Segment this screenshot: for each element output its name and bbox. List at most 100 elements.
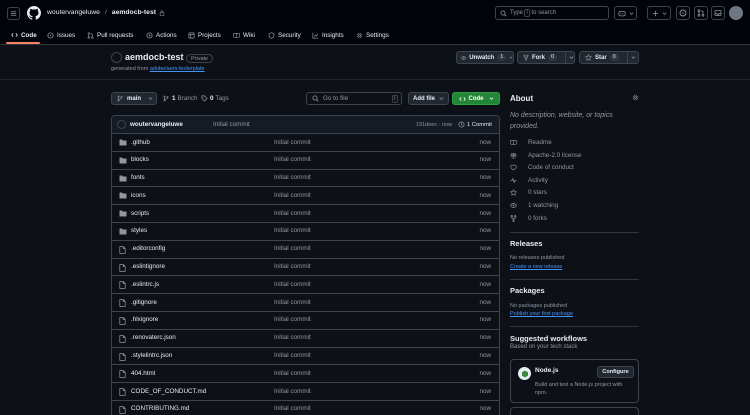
add-file-button[interactable]: Add file: [408, 92, 449, 105]
notifications-button[interactable]: [711, 6, 725, 20]
commit-author[interactable]: woutervangeluwe: [130, 121, 183, 128]
copilot-button[interactable]: [614, 6, 637, 20]
file-commit-message[interactable]: Initial commit: [274, 388, 311, 395]
file-name[interactable]: 404.html: [131, 370, 155, 377]
file-commit-message[interactable]: Initial commit: [274, 299, 311, 306]
file-commit-message[interactable]: Initial commit: [274, 405, 311, 412]
file-row[interactable]: fonts Initial commit now: [112, 170, 499, 188]
file-name[interactable]: .gitignore: [131, 299, 157, 306]
fork-button[interactable]: Fork 0: [517, 51, 575, 64]
file-commit-message[interactable]: Initial commit: [274, 334, 311, 341]
file-row[interactable]: .renovaterc.json Initial commit now: [112, 330, 499, 348]
file-commit-message[interactable]: Initial commit: [274, 263, 311, 270]
file-name[interactable]: .stylelintrc.json: [131, 352, 172, 359]
file-name[interactable]: blocks: [131, 156, 149, 163]
file-name[interactable]: .github: [131, 139, 150, 146]
global-search-input[interactable]: Type / to search: [495, 6, 609, 20]
configure-button[interactable]: Configure: [597, 366, 634, 378]
tab-settings[interactable]: Settings: [356, 30, 389, 40]
repo-owner-link[interactable]: woutervangeluwe: [47, 9, 100, 16]
repo-name-link[interactable]: aemdocb-test: [112, 9, 156, 16]
star-button[interactable]: Star 0: [579, 51, 639, 64]
tags-link[interactable]: 0 Tags: [201, 95, 229, 102]
file-name[interactable]: scripts: [131, 210, 149, 217]
divider: [510, 232, 639, 233]
create-release-link[interactable]: Create a new release: [510, 264, 562, 270]
releases-heading[interactable]: Releases: [510, 239, 543, 248]
file-row[interactable]: CONTRIBUTING.md Initial commit now: [112, 401, 499, 415]
file-name[interactable]: styles: [131, 227, 147, 234]
license-link[interactable]: Apache-2.0 license: [510, 152, 582, 159]
file-commit-message[interactable]: Initial commit: [274, 139, 311, 146]
file-name[interactable]: .eslintrc.js: [131, 281, 159, 288]
readme-link[interactable]: Readme: [510, 139, 552, 146]
file-commit-message[interactable]: Initial commit: [274, 192, 311, 199]
packages-heading[interactable]: Packages: [510, 286, 545, 295]
file-row[interactable]: .eslintignore Initial commit now: [112, 259, 499, 277]
commit-hash-time[interactable]: 191deec · now: [416, 122, 452, 128]
file-row[interactable]: .editorconfig Initial commit now: [112, 241, 499, 259]
tab-pull-requests[interactable]: Pull requests: [87, 30, 133, 40]
owner-avatar[interactable]: [111, 52, 122, 63]
file-commit-message[interactable]: Initial commit: [274, 174, 311, 181]
file-name[interactable]: CODE_OF_CONDUCT.md: [131, 388, 206, 395]
file-commit-message[interactable]: Initial commit: [274, 352, 311, 359]
git-branch-icon: [117, 95, 123, 102]
file-row[interactable]: .eslintrc.js Initial commit now: [112, 276, 499, 295]
create-new-button[interactable]: [647, 6, 671, 20]
file-name[interactable]: CONTRIBUTING.md: [131, 405, 189, 412]
file-row[interactable]: .stylelintrc.json Initial commit now: [112, 348, 499, 366]
pull-requests-button[interactable]: [694, 6, 708, 20]
github-logo[interactable]: [27, 6, 41, 20]
file-name[interactable]: .renovaterc.json: [131, 334, 176, 341]
menu-button[interactable]: [7, 7, 20, 20]
unwatch-button[interactable]: Unwatch 1: [456, 51, 514, 64]
about-settings-button[interactable]: [632, 94, 639, 101]
file-row[interactable]: blocks Initial commit now: [112, 152, 499, 170]
forks-link[interactable]: 0 forks: [510, 215, 547, 222]
file-name[interactable]: fonts: [131, 174, 145, 181]
commits-link[interactable]: 1 Commit: [458, 121, 492, 128]
code-of-conduct-link[interactable]: Code of conduct: [510, 164, 574, 171]
publish-package-link[interactable]: Publish your first package: [510, 311, 573, 317]
file-commit-message[interactable]: Initial commit: [274, 210, 311, 217]
file-name[interactable]: icons: [131, 192, 146, 199]
file-row[interactable]: icons Initial commit now: [112, 187, 499, 206]
tab-issues[interactable]: Issues: [47, 30, 75, 40]
go-to-file-input[interactable]: Go to file t: [306, 92, 402, 105]
file-commit-message[interactable]: Initial commit: [274, 245, 311, 252]
tab-security[interactable]: Security: [268, 30, 301, 40]
watchers-link[interactable]: 1 watching: [510, 202, 558, 209]
file-name[interactable]: .hlxignore: [131, 316, 158, 323]
file-commit-message[interactable]: Initial commit: [274, 281, 311, 288]
file-commit-message[interactable]: Initial commit: [274, 370, 311, 377]
branch-selector[interactable]: main: [111, 92, 157, 105]
tab-wiki[interactable]: Wiki: [233, 30, 255, 40]
file-row[interactable]: styles Initial commit now: [112, 223, 499, 241]
branches-link[interactable]: 1 Branch: [163, 95, 197, 102]
tab-insights[interactable]: Insights: [312, 30, 344, 40]
template-link[interactable]: adobe/aem-boilerplate: [150, 66, 205, 72]
repo-title[interactable]: aemdocb-test: [125, 52, 184, 62]
file-row[interactable]: .github Initial commit now: [112, 134, 499, 152]
activity-link[interactable]: Activity: [510, 177, 548, 184]
code-button[interactable]: Code: [452, 92, 500, 105]
file-row[interactable]: .hlxignore Initial commit now: [112, 312, 499, 330]
file-row[interactable]: .gitignore Initial commit now: [112, 294, 499, 312]
file-name[interactable]: .eslintignore: [131, 263, 165, 270]
file-row[interactable]: 404.html Initial commit now: [112, 365, 499, 384]
file-row[interactable]: CODE_OF_CONDUCT.md Initial commit now: [112, 383, 499, 401]
avatar[interactable]: [729, 6, 743, 20]
file-name[interactable]: .editorconfig: [131, 245, 165, 252]
file-row[interactable]: scripts Initial commit now: [112, 205, 499, 223]
tab-actions[interactable]: Actions: [146, 30, 177, 40]
commit-message[interactable]: Initial commit: [213, 121, 250, 128]
stars-link[interactable]: 0 stars: [510, 189, 547, 196]
issues-button[interactable]: [676, 6, 690, 20]
tab-projects[interactable]: Projects: [188, 30, 221, 40]
commit-author-avatar[interactable]: [117, 120, 126, 129]
file-commit-message[interactable]: Initial commit: [274, 156, 311, 163]
file-commit-message[interactable]: Initial commit: [274, 316, 311, 323]
file-commit-message[interactable]: Initial commit: [274, 227, 311, 234]
tab-code[interactable]: Code: [11, 30, 37, 40]
